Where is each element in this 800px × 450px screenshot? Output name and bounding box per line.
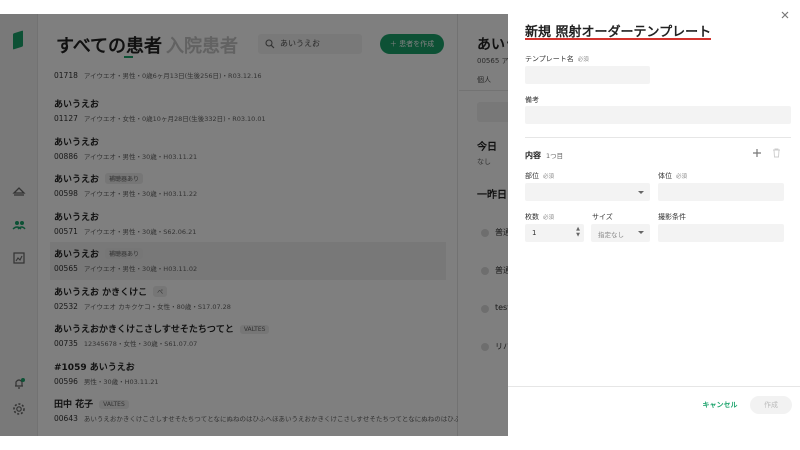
footer-divider	[508, 386, 800, 387]
size-label: サイズ	[592, 213, 613, 221]
required-badge: 必須	[577, 57, 589, 63]
contents-section-title: 内容 1つ目	[525, 151, 564, 160]
stepper-arrows-icon[interactable]: ▲ ▼	[575, 226, 581, 240]
close-icon[interactable]	[779, 9, 791, 21]
remarks-label: 備考	[525, 96, 539, 104]
required-badge: 必須	[676, 174, 688, 180]
conditions-label: 撮影条件	[658, 213, 686, 221]
contents-count: 1つ目	[546, 152, 564, 160]
remarks-input[interactable]	[525, 106, 791, 124]
required-badge: 必須	[543, 174, 555, 180]
create-button[interactable]: 作成	[750, 396, 792, 414]
template-name-label: テンプレート名 必須	[525, 55, 589, 63]
size-value: 指定なし	[598, 231, 624, 239]
count-value: 1	[532, 229, 537, 237]
template-name-input[interactable]	[525, 66, 650, 84]
position-input[interactable]	[658, 183, 784, 201]
chevron-down-icon	[638, 231, 644, 234]
site-select[interactable]	[525, 183, 650, 201]
divider	[525, 137, 791, 138]
modal-backdrop[interactable]	[0, 14, 508, 436]
trash-icon[interactable]	[772, 148, 781, 158]
chevron-down-icon	[638, 191, 644, 194]
site-label: 部位 必須	[525, 172, 555, 180]
required-badge: 必須	[543, 215, 555, 221]
count-label: 枚数 必須	[525, 213, 555, 221]
position-label: 体位 必須	[658, 172, 688, 180]
cancel-button[interactable]: キャンセル	[698, 398, 742, 412]
title-underline	[525, 38, 711, 40]
plus-icon[interactable]	[752, 148, 762, 158]
template-drawer: 新規 照射オーダーテンプレート テンプレート名 必須 備考 内容 1つ目 部位 必須 …	[508, 0, 800, 436]
conditions-input[interactable]	[658, 224, 784, 242]
